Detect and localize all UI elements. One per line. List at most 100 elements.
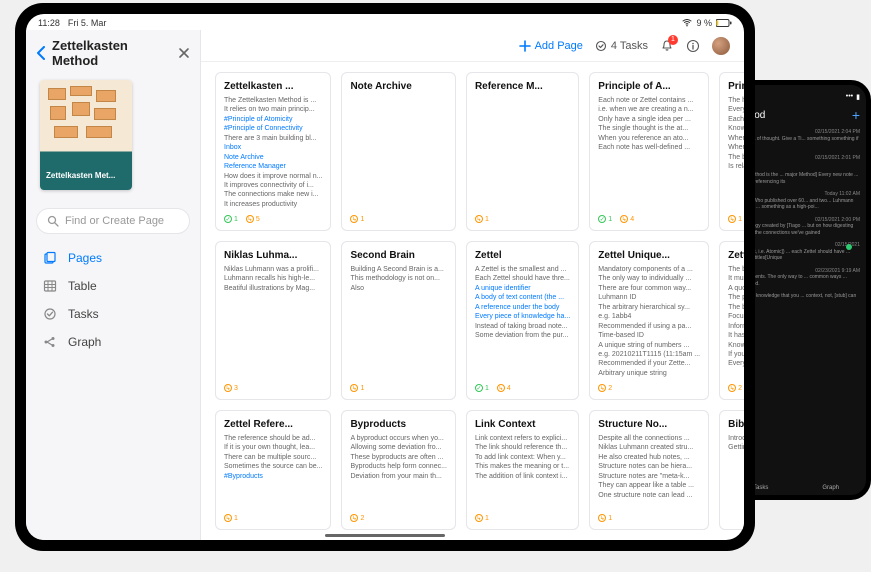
card-body: The Zettelkasten Method is ...It relies … (224, 96, 322, 210)
card-line: When you connect knowled... (728, 134, 744, 143)
sidebar-title: Zettelkasten Method (52, 38, 172, 68)
page-thumbnail[interactable]: Zettelkasten Met... (40, 80, 132, 190)
card-line: A unique string of numbers ... (598, 341, 700, 350)
page-card[interactable]: Zettel Refere... The reference should be … (215, 410, 331, 530)
card-line: Knowledge is information wi... (728, 341, 744, 350)
outbound-links-badge: ↳1 (475, 514, 489, 522)
close-icon[interactable] (178, 47, 190, 59)
card-line: Each note has well-defined ... (598, 143, 700, 152)
page-card[interactable]: Note Archive↳1 (341, 72, 456, 231)
page-card[interactable]: Link ContextLink context refers to expli… (466, 410, 579, 530)
tasks-counter[interactable]: 4 Tasks (595, 40, 648, 52)
avatar[interactable] (712, 37, 730, 55)
card-line: Introduction to the Zettelka... (728, 434, 744, 443)
card-line: If you're not sure whether it'... (728, 350, 744, 359)
add-page-button[interactable]: Add Page (519, 40, 583, 52)
page-card[interactable]: Zettel BodyThe body contains the piece..… (719, 241, 744, 400)
page-card[interactable]: Structure No...Despite all the connectio… (589, 410, 709, 530)
outbound-links-badge: ↳1 (728, 215, 742, 223)
card-line: A quote may be included bu... (728, 284, 744, 293)
card-footer: ↳1 (598, 513, 700, 523)
card-line: They can appear like a table ... (598, 481, 700, 490)
inbound-links-badge: ✓1 (598, 215, 612, 223)
outbound-links-badge: ↳2 (728, 384, 742, 392)
card-line: Note Archive (224, 153, 322, 162)
card-line: The best way to make a con... (728, 153, 744, 162)
page-card[interactable]: Reference M...↳1 (466, 72, 579, 231)
pages-icon (42, 251, 58, 265)
ipad-device: 11:28 Fri 5. Mar 9 % Zettelkasten (15, 3, 755, 551)
card-line: Luhmann ID (598, 293, 700, 302)
page-card[interactable]: ByproductsA byproduct occurs when yo...A… (341, 410, 456, 530)
notifications-button[interactable]: 1 (660, 39, 674, 53)
page-card[interactable]: Second BrainBuilding A Second Brain is a… (341, 241, 456, 400)
page-card[interactable]: Principle of C...The heavy emphasis on c… (719, 72, 744, 231)
card-title: Zettelkasten ... (224, 81, 322, 92)
card-footer: ↳1 (728, 214, 744, 224)
status-battery: 9 % (696, 18, 712, 28)
card-body: The reference should be ad...If it is yo… (224, 434, 322, 509)
graph-icon (42, 335, 58, 349)
card-footer: ✓1↳5 (224, 214, 322, 224)
card-line: The single thought is the at... (598, 124, 700, 133)
nav-pages[interactable]: Pages (36, 244, 190, 272)
card-line: The connections make new i... (224, 190, 322, 199)
card-footer: ↳1 (350, 214, 447, 224)
card-footer: ↳1 (224, 513, 322, 523)
nav-label: Table (68, 279, 97, 293)
card-title: Link Context (475, 419, 570, 430)
card-line: Mandatory components of a ... (598, 265, 700, 274)
sidebar-nav: Pages Table Tasks (36, 244, 190, 356)
card-title: Zettel Unique... (598, 250, 700, 261)
card-line: Knowledge relationships be... (728, 124, 744, 133)
phone-add-icon[interactable]: + (852, 107, 860, 123)
nav-tasks[interactable]: Tasks (36, 300, 190, 328)
page-card[interactable]: Niklas Luhma... Niklas Luhmann was a prol… (215, 241, 331, 400)
card-line: Focus on **knowledge**, no... (728, 312, 744, 321)
outbound-links-badge: ↳2 (598, 384, 612, 392)
card-title: Niklas Luhma... (224, 250, 322, 261)
page-card[interactable]: Zettel Unique... Mandatory components of … (589, 241, 709, 400)
card-line: Inbox (224, 143, 322, 152)
card-line: Byproducts help form connec... (350, 462, 447, 471)
nav-label: Graph (68, 335, 101, 349)
card-line: How does it improve normal n... (224, 172, 322, 181)
card-line: It must be written in your ow... (728, 274, 744, 283)
card-line: If it is your own thought, lea... (224, 443, 322, 452)
card-line: It relies on two main princip... (224, 105, 322, 114)
card-line: A Zettel is the smallest and ... (475, 265, 570, 274)
nav-graph[interactable]: Graph (36, 328, 190, 356)
card-line: To add link context: When y... (475, 453, 570, 462)
card-footer: ↳1 (475, 513, 570, 523)
nav-label: Pages (68, 251, 102, 265)
card-footer: ↳2 (728, 383, 744, 393)
card-line: Information is 'dead'. E.g. 'T... (728, 322, 744, 331)
phone-tab-graph[interactable]: Graph (822, 485, 839, 491)
card-line: Reference Manager (224, 162, 322, 171)
card-line: There are 3 main building bl... (224, 134, 322, 143)
page-card[interactable]: Bibliography Introduction to the Zettelka… (719, 410, 744, 530)
card-body: The heavy emphasis on con...Every new Ze… (728, 96, 744, 210)
info-icon[interactable] (686, 39, 700, 53)
card-footer (728, 513, 744, 523)
card-title: Zettel (475, 250, 570, 261)
outbound-links-badge: ↳4 (620, 215, 634, 223)
card-body (475, 96, 570, 210)
phone-tab-tasks[interactable]: Tasks (753, 485, 768, 491)
card-title: Zettel Refere... (224, 419, 322, 430)
page-card[interactable]: ZettelA Zettel is the smallest and ...Ea… (466, 241, 579, 400)
page-card[interactable]: Principle of A...Each note or Zettel con… (589, 72, 709, 231)
back-icon[interactable] (36, 46, 46, 60)
card-footer: ↳2 (598, 383, 700, 393)
card-line: Is related to the #Principle o... (728, 162, 744, 171)
nav-label: Tasks (68, 307, 99, 321)
nav-table[interactable]: Table (36, 272, 190, 300)
card-body: Niklas Luhmann was a prolifi...Luhmann r… (224, 265, 322, 379)
search-input[interactable]: Find or Create Page (36, 208, 190, 234)
card-line: When you reference an ato... (598, 134, 700, 143)
card-body: A byproduct occurs when yo...Allowing so… (350, 434, 447, 509)
card-line: A byproduct occurs when yo... (350, 434, 447, 443)
card-title: Bibliography (728, 419, 744, 430)
card-line: Every piece of knowledge ha... (475, 312, 570, 321)
page-card[interactable]: Zettelkasten ... The Zettelkasten Method … (215, 72, 331, 231)
